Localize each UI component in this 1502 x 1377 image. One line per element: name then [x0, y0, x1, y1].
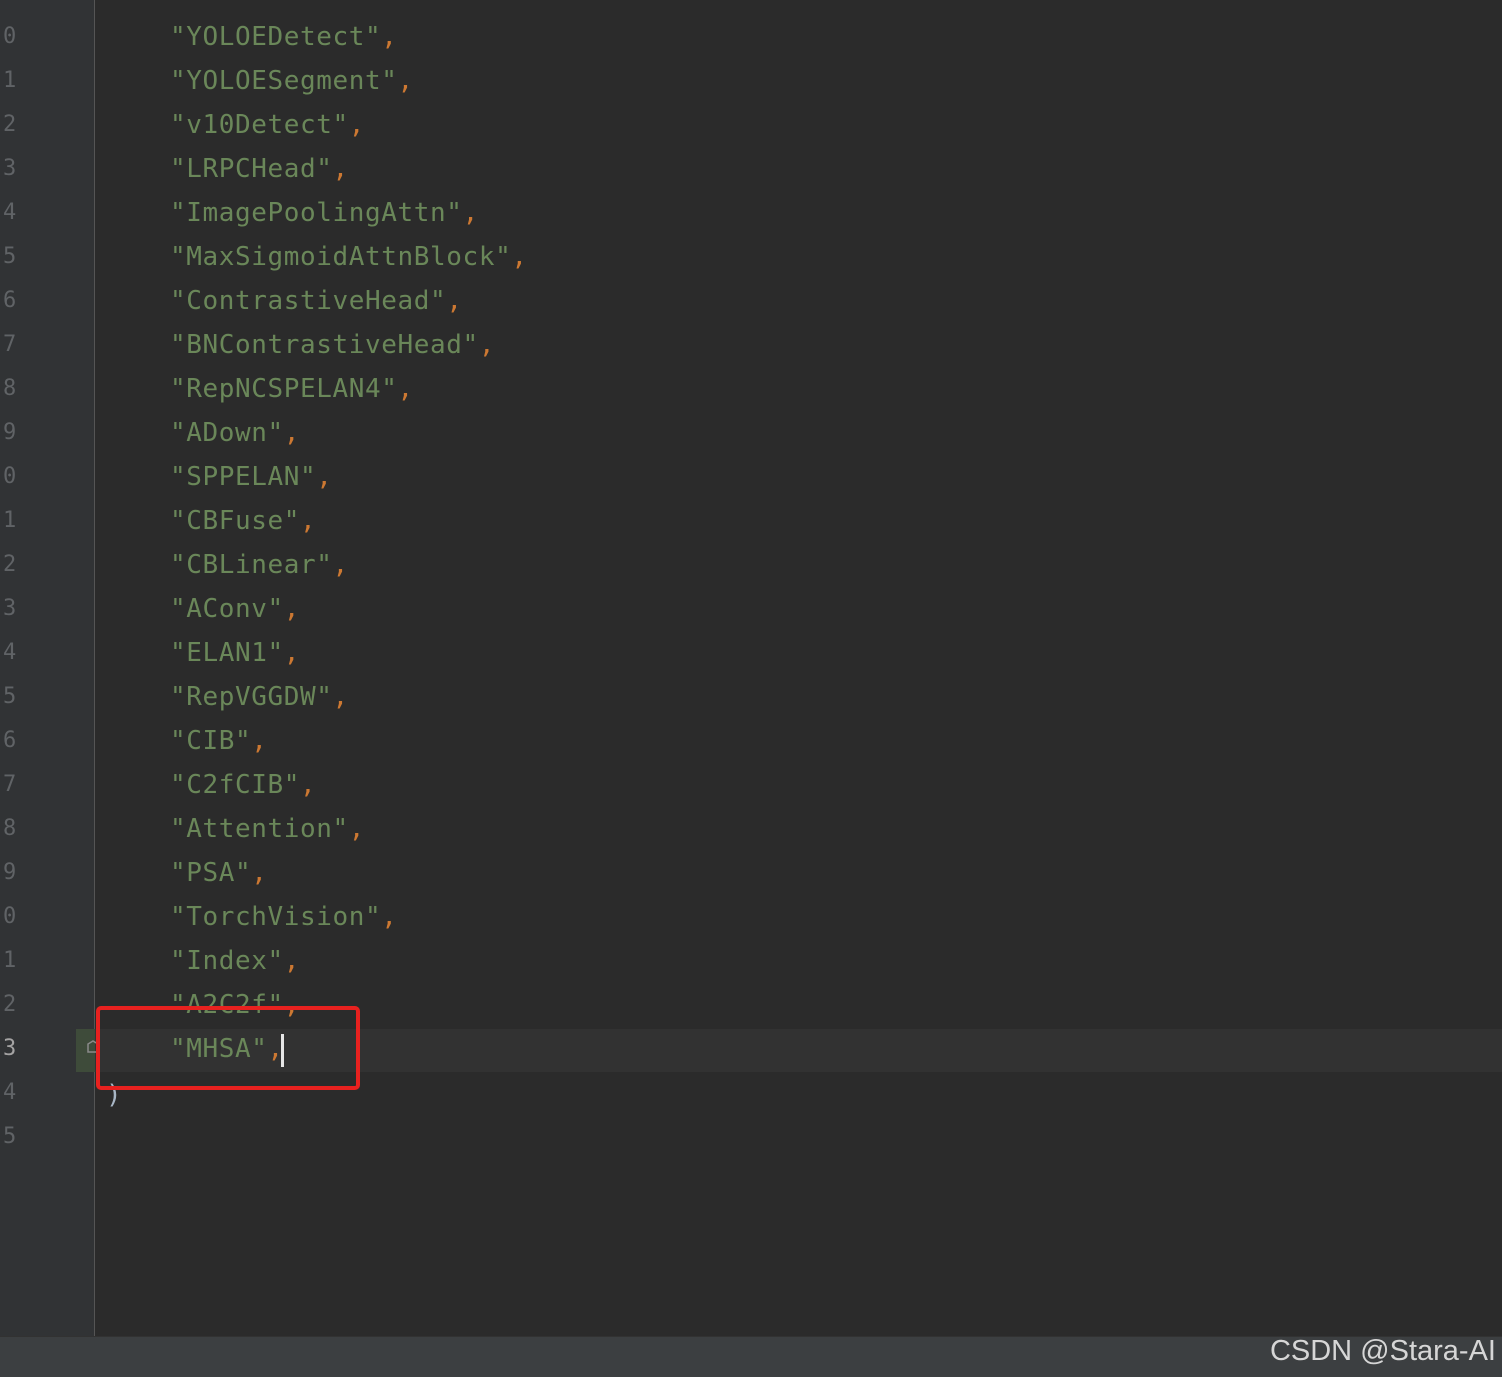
line-number: 5 — [3, 1124, 17, 1149]
code-line[interactable]: "RepNCSPELAN4", — [170, 367, 414, 411]
line-number: 3 — [3, 1036, 17, 1061]
comma: , — [446, 286, 463, 316]
line-number: 8 — [3, 816, 17, 841]
line-number: 6 — [3, 288, 17, 313]
code-line[interactable]: "ContrastiveHead", — [170, 279, 463, 323]
line-number: 1 — [3, 948, 17, 973]
line-number: 2 — [3, 992, 17, 1017]
string-literal: "ADown" — [170, 418, 284, 448]
comma: , — [283, 594, 301, 624]
line-number: 6 — [3, 728, 17, 753]
code-line[interactable]: "YOLOESegment", — [170, 59, 414, 103]
comma: , — [332, 550, 349, 580]
string-literal: "CBLinear" — [170, 550, 333, 580]
string-literal: "ELAN1" — [170, 638, 284, 668]
line-number: 5 — [3, 684, 17, 709]
code-line[interactable]: "Attention", — [170, 807, 365, 851]
code-line[interactable]: "Index", — [170, 939, 300, 983]
code-line[interactable]: "BNContrastiveHead", — [170, 323, 495, 367]
comma: , — [511, 242, 528, 272]
string-literal: "MaxSigmoidAttnBlock" — [170, 242, 512, 272]
string-literal: "ImagePoolingAttn" — [170, 198, 463, 228]
comma: , — [251, 858, 268, 888]
string-literal: "YOLOEDetect" — [170, 22, 382, 52]
line-number: 8 — [3, 376, 17, 401]
comma: , — [316, 462, 333, 492]
code-line[interactable]: "PSA", — [170, 851, 268, 895]
line-number: 3 — [3, 156, 17, 181]
string-literal: "CIB" — [170, 726, 252, 756]
comma: , — [283, 638, 301, 668]
code-line[interactable]: "v10Detect", — [170, 103, 365, 147]
line-number: 3 — [3, 596, 17, 621]
line-number: 1 — [3, 68, 17, 93]
line-number: 0 — [3, 464, 17, 489]
string-literal: "AConv" — [170, 594, 284, 624]
code-line[interactable]: "ADown", — [170, 411, 300, 455]
line-number: 4 — [3, 200, 17, 225]
string-literal: "SPPELAN" — [170, 462, 317, 492]
comma: , — [251, 726, 268, 756]
comma: , — [348, 814, 366, 844]
line-number: 0 — [3, 904, 17, 929]
comma: , — [397, 374, 414, 404]
string-literal: "ContrastiveHead" — [170, 286, 447, 316]
comma: , — [381, 902, 398, 932]
code-line[interactable]: "CBLinear", — [170, 543, 349, 587]
comma: , — [332, 682, 349, 712]
code-editor[interactable]: 0 1 2 3 4 5 6 7 8 9 0 1 2 3 4 5 6 7 8 9 0 1 2 3 4 5 "YOLOEDetect"… — [0, 0, 1502, 1377]
string-literal: "PSA" — [170, 858, 252, 888]
code-line[interactable]: "SPPELAN", — [170, 455, 333, 499]
gutter-divider — [94, 0, 95, 1336]
comma: , — [283, 418, 301, 448]
string-literal: "v10Detect" — [170, 110, 349, 140]
code-line[interactable]: "AConv", — [170, 587, 300, 631]
code-line[interactable]: "LRPCHead", — [170, 147, 349, 191]
code-line[interactable]: "CIB", — [170, 719, 268, 763]
code-line[interactable]: "ELAN1", — [170, 631, 300, 675]
line-number: 4 — [3, 640, 17, 665]
string-literal: "C2fCIB" — [170, 770, 301, 800]
code-line[interactable]: "YOLOEDetect", — [170, 15, 398, 59]
comma: , — [478, 330, 496, 360]
line-number: 4 — [3, 1080, 17, 1105]
string-literal: "LRPCHead" — [170, 154, 333, 184]
string-literal: "TorchVision" — [170, 902, 382, 932]
comma: , — [348, 110, 366, 140]
code-line[interactable]: "TorchVision", — [170, 895, 398, 939]
comma: , — [381, 22, 398, 52]
line-number: 7 — [3, 772, 17, 797]
comma: , — [332, 154, 349, 184]
line-number: 2 — [3, 552, 17, 577]
code-line[interactable]: "RepVGGDW", — [170, 675, 349, 719]
string-literal: "BNContrastiveHead" — [170, 330, 479, 360]
code-line[interactable]: "MaxSigmoidAttnBlock", — [170, 235, 528, 279]
string-literal: "RepVGGDW" — [170, 682, 333, 712]
comma: , — [462, 198, 479, 228]
line-number: 0 — [3, 24, 17, 49]
line-number: 5 — [3, 244, 17, 269]
comma: , — [283, 946, 301, 976]
annotation-highlight-box — [96, 1006, 360, 1090]
comma: , — [300, 770, 317, 800]
comma: , — [300, 506, 317, 536]
code-line[interactable]: "C2fCIB", — [170, 763, 316, 807]
line-number: 9 — [3, 420, 17, 445]
watermark: CSDN @Stara-AI — [1269, 1335, 1496, 1367]
line-number: 2 — [3, 112, 17, 137]
code-line[interactable]: "CBFuse", — [170, 499, 316, 543]
string-literal: "CBFuse" — [170, 506, 301, 536]
code-line[interactable]: "ImagePoolingAttn", — [170, 191, 479, 235]
line-number: 7 — [3, 332, 17, 357]
comma: , — [397, 66, 414, 96]
string-literal: "RepNCSPELAN4" — [170, 374, 398, 404]
string-literal: "Index" — [170, 946, 284, 976]
line-number: 9 — [3, 860, 17, 885]
line-number: 1 — [3, 508, 17, 533]
string-literal: "Attention" — [170, 814, 349, 844]
string-literal: "YOLOESegment" — [170, 66, 398, 96]
